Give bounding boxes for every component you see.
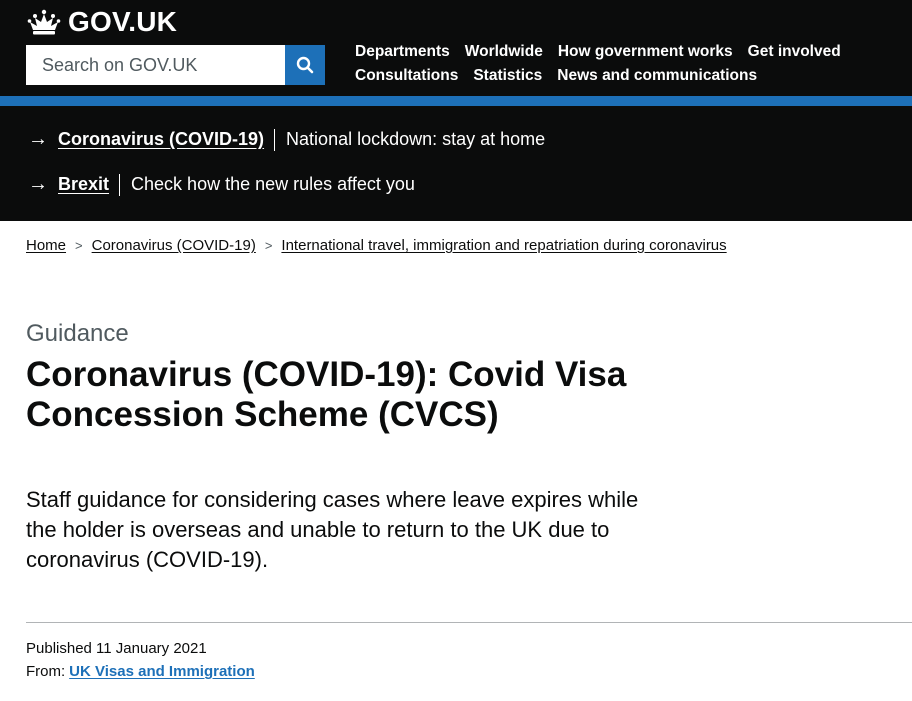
logo-text: GOV.UK xyxy=(68,6,178,37)
page-summary: Staff guidance for considering cases whe… xyxy=(26,487,639,572)
arrow-right-icon: → xyxy=(28,173,48,195)
banner-link-coronavirus[interactable]: Coronavirus (COVID-19) xyxy=(58,129,264,150)
nav-link-get-involved[interactable]: Get involved xyxy=(748,43,841,61)
emergency-banner: → Coronavirus (COVID-19) National lockdo… xyxy=(0,106,912,221)
from-label: From: xyxy=(26,663,66,680)
crown-icon xyxy=(27,9,61,35)
search-input[interactable] xyxy=(26,45,285,85)
breadcrumb-coronavirus[interactable]: Coronavirus (COVID-19) xyxy=(92,237,256,254)
banner-item: → Brexit Check how the new rules affect … xyxy=(28,173,415,196)
divider xyxy=(119,173,121,196)
banner-text: Check how the new rules affect you xyxy=(131,174,415,194)
page-title: Coronavirus (COVID-19): Covid Visa Conce… xyxy=(26,355,627,434)
breadcrumb-international-travel[interactable]: International travel, immigration and re… xyxy=(281,237,726,254)
govuk-logo[interactable]: GOV.UK xyxy=(26,6,177,38)
header-blue-bar xyxy=(0,96,912,106)
divider xyxy=(274,128,276,151)
nav-link-worldwide[interactable]: Worldwide xyxy=(465,43,543,61)
arrow-right-icon: → xyxy=(28,128,48,150)
site-header: GOV.UK Departments Worldwide How governm… xyxy=(0,0,912,106)
breadcrumb-home[interactable]: Home xyxy=(26,237,66,254)
nav-row: Departments Worldwide How government wor… xyxy=(355,40,875,64)
search-button[interactable] xyxy=(285,45,325,85)
nav-link-consultations[interactable]: Consultations xyxy=(355,67,458,85)
organisation-link[interactable]: UK Visas and Immigration xyxy=(69,663,255,680)
divider xyxy=(26,622,912,623)
main-navigation: Departments Worldwide How government wor… xyxy=(355,40,875,88)
banner-link-brexit[interactable]: Brexit xyxy=(58,174,109,195)
nav-link-statistics[interactable]: Statistics xyxy=(473,67,542,85)
nav-link-news-and-communications[interactable]: News and communications xyxy=(557,67,757,85)
search-form xyxy=(26,45,325,85)
search-icon xyxy=(296,56,314,74)
nav-row: Consultations Statistics News and commun… xyxy=(355,64,875,88)
banner-item: → Coronavirus (COVID-19) National lockdo… xyxy=(28,128,545,151)
published-date: Published 11 January 2021 xyxy=(26,640,207,657)
banner-text: National lockdown: stay at home xyxy=(286,129,546,149)
breadcrumb: Home > Coronavirus (COVID-19) > Internat… xyxy=(26,237,727,254)
nav-link-departments[interactable]: Departments xyxy=(355,43,450,61)
from-line: From: UK Visas and Immigration xyxy=(26,663,255,680)
chevron-right-icon: > xyxy=(75,238,83,253)
nav-link-how-government-works[interactable]: How government works xyxy=(558,43,733,61)
page-caption: Guidance xyxy=(26,320,129,347)
chevron-right-icon: > xyxy=(264,238,273,253)
